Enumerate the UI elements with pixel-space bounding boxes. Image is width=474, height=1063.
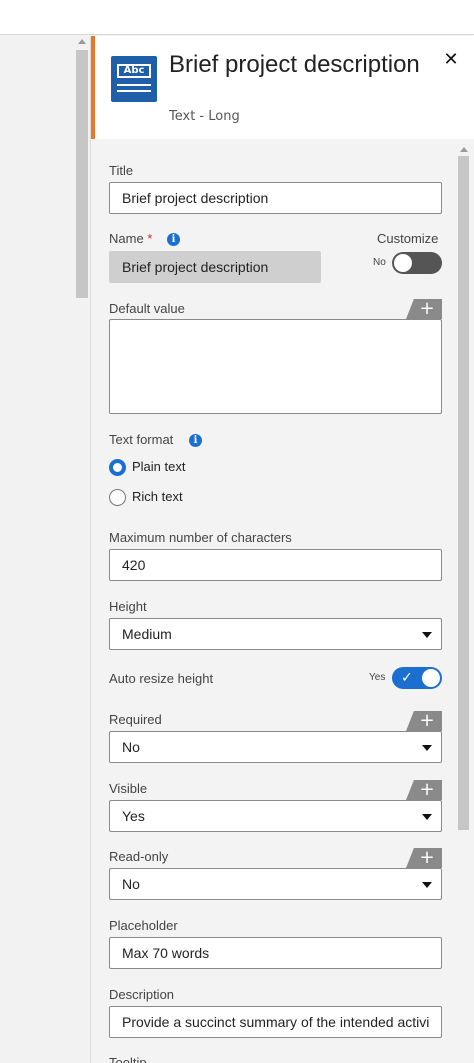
auto-resize-toggle[interactable]: ✓ — [392, 667, 442, 689]
customize-state-text: No — [373, 257, 386, 268]
max-chars-input[interactable]: 420 — [109, 549, 442, 581]
description-input[interactable]: Provide a succinct summary of the intend… — [109, 1006, 442, 1038]
name-label: Name * — [109, 231, 153, 246]
check-icon: ✓ — [401, 670, 413, 686]
height-select[interactable]: Medium — [109, 618, 442, 650]
name-input: Brief project description — [109, 251, 321, 283]
title-input[interactable]: Brief project description — [109, 182, 442, 214]
required-label: Required — [109, 712, 162, 727]
field-properties-panel: Abc Brief project description Text - Lon… — [90, 36, 474, 1063]
tooltip-label: Tooltip — [109, 1055, 147, 1063]
plain-text-radio[interactable] — [109, 459, 126, 476]
auto-resize-state-text: Yes — [369, 672, 386, 683]
inner-scrollbar-thumb[interactable] — [458, 156, 469, 830]
text-field-icon: Abc — [111, 56, 157, 102]
rich-text-radio[interactable] — [109, 489, 126, 506]
visible-plus-icon[interactable]: + — [406, 780, 442, 800]
visible-select[interactable]: Yes — [109, 800, 442, 832]
close-icon[interactable]: ✕ — [441, 50, 461, 70]
outer-scrollbar-thumb[interactable] — [76, 50, 88, 298]
top-bar — [0, 0, 474, 35]
plain-text-label[interactable]: Plain text — [132, 459, 185, 474]
read-only-plus-icon[interactable]: + — [406, 848, 442, 868]
name-info-icon[interactable]: i — [167, 233, 180, 246]
visible-label: Visible — [109, 781, 148, 796]
max-chars-label: Maximum number of characters — [109, 530, 292, 545]
placeholder-label: Placeholder — [109, 918, 178, 933]
height-label: Height — [109, 599, 147, 614]
required-asterisk: * — [147, 231, 153, 246]
required-plus-icon[interactable]: + — [406, 711, 442, 731]
customize-toggle[interactable] — [392, 252, 442, 274]
default-value-plus-icon[interactable]: + — [406, 299, 442, 319]
default-value-textarea[interactable] — [109, 319, 442, 414]
default-value-label: Default value — [109, 301, 185, 316]
read-only-label: Read-only — [109, 849, 169, 864]
text-format-label: Text format — [109, 432, 174, 447]
panel-body: Title Brief project description Name * i… — [91, 139, 474, 1063]
panel-header: Abc Brief project description Text - Lon… — [95, 36, 474, 139]
description-label: Description — [109, 987, 175, 1002]
panel-subtitle: Text - Long — [169, 109, 240, 124]
required-select[interactable]: No — [109, 731, 442, 763]
text-format-info-icon[interactable]: i — [189, 434, 202, 447]
inner-scroll-up-arrow[interactable] — [460, 147, 468, 152]
title-label: Title — [109, 163, 134, 178]
read-only-select[interactable]: No — [109, 868, 442, 900]
auto-resize-label: Auto resize height — [109, 671, 214, 686]
placeholder-input[interactable]: Max 70 words — [109, 937, 442, 969]
rich-text-label[interactable]: Rich text — [132, 489, 183, 504]
outer-scroll-up-arrow[interactable] — [78, 39, 86, 44]
customize-label: Customize — [377, 231, 439, 246]
panel-title: Brief project description — [169, 51, 420, 78]
